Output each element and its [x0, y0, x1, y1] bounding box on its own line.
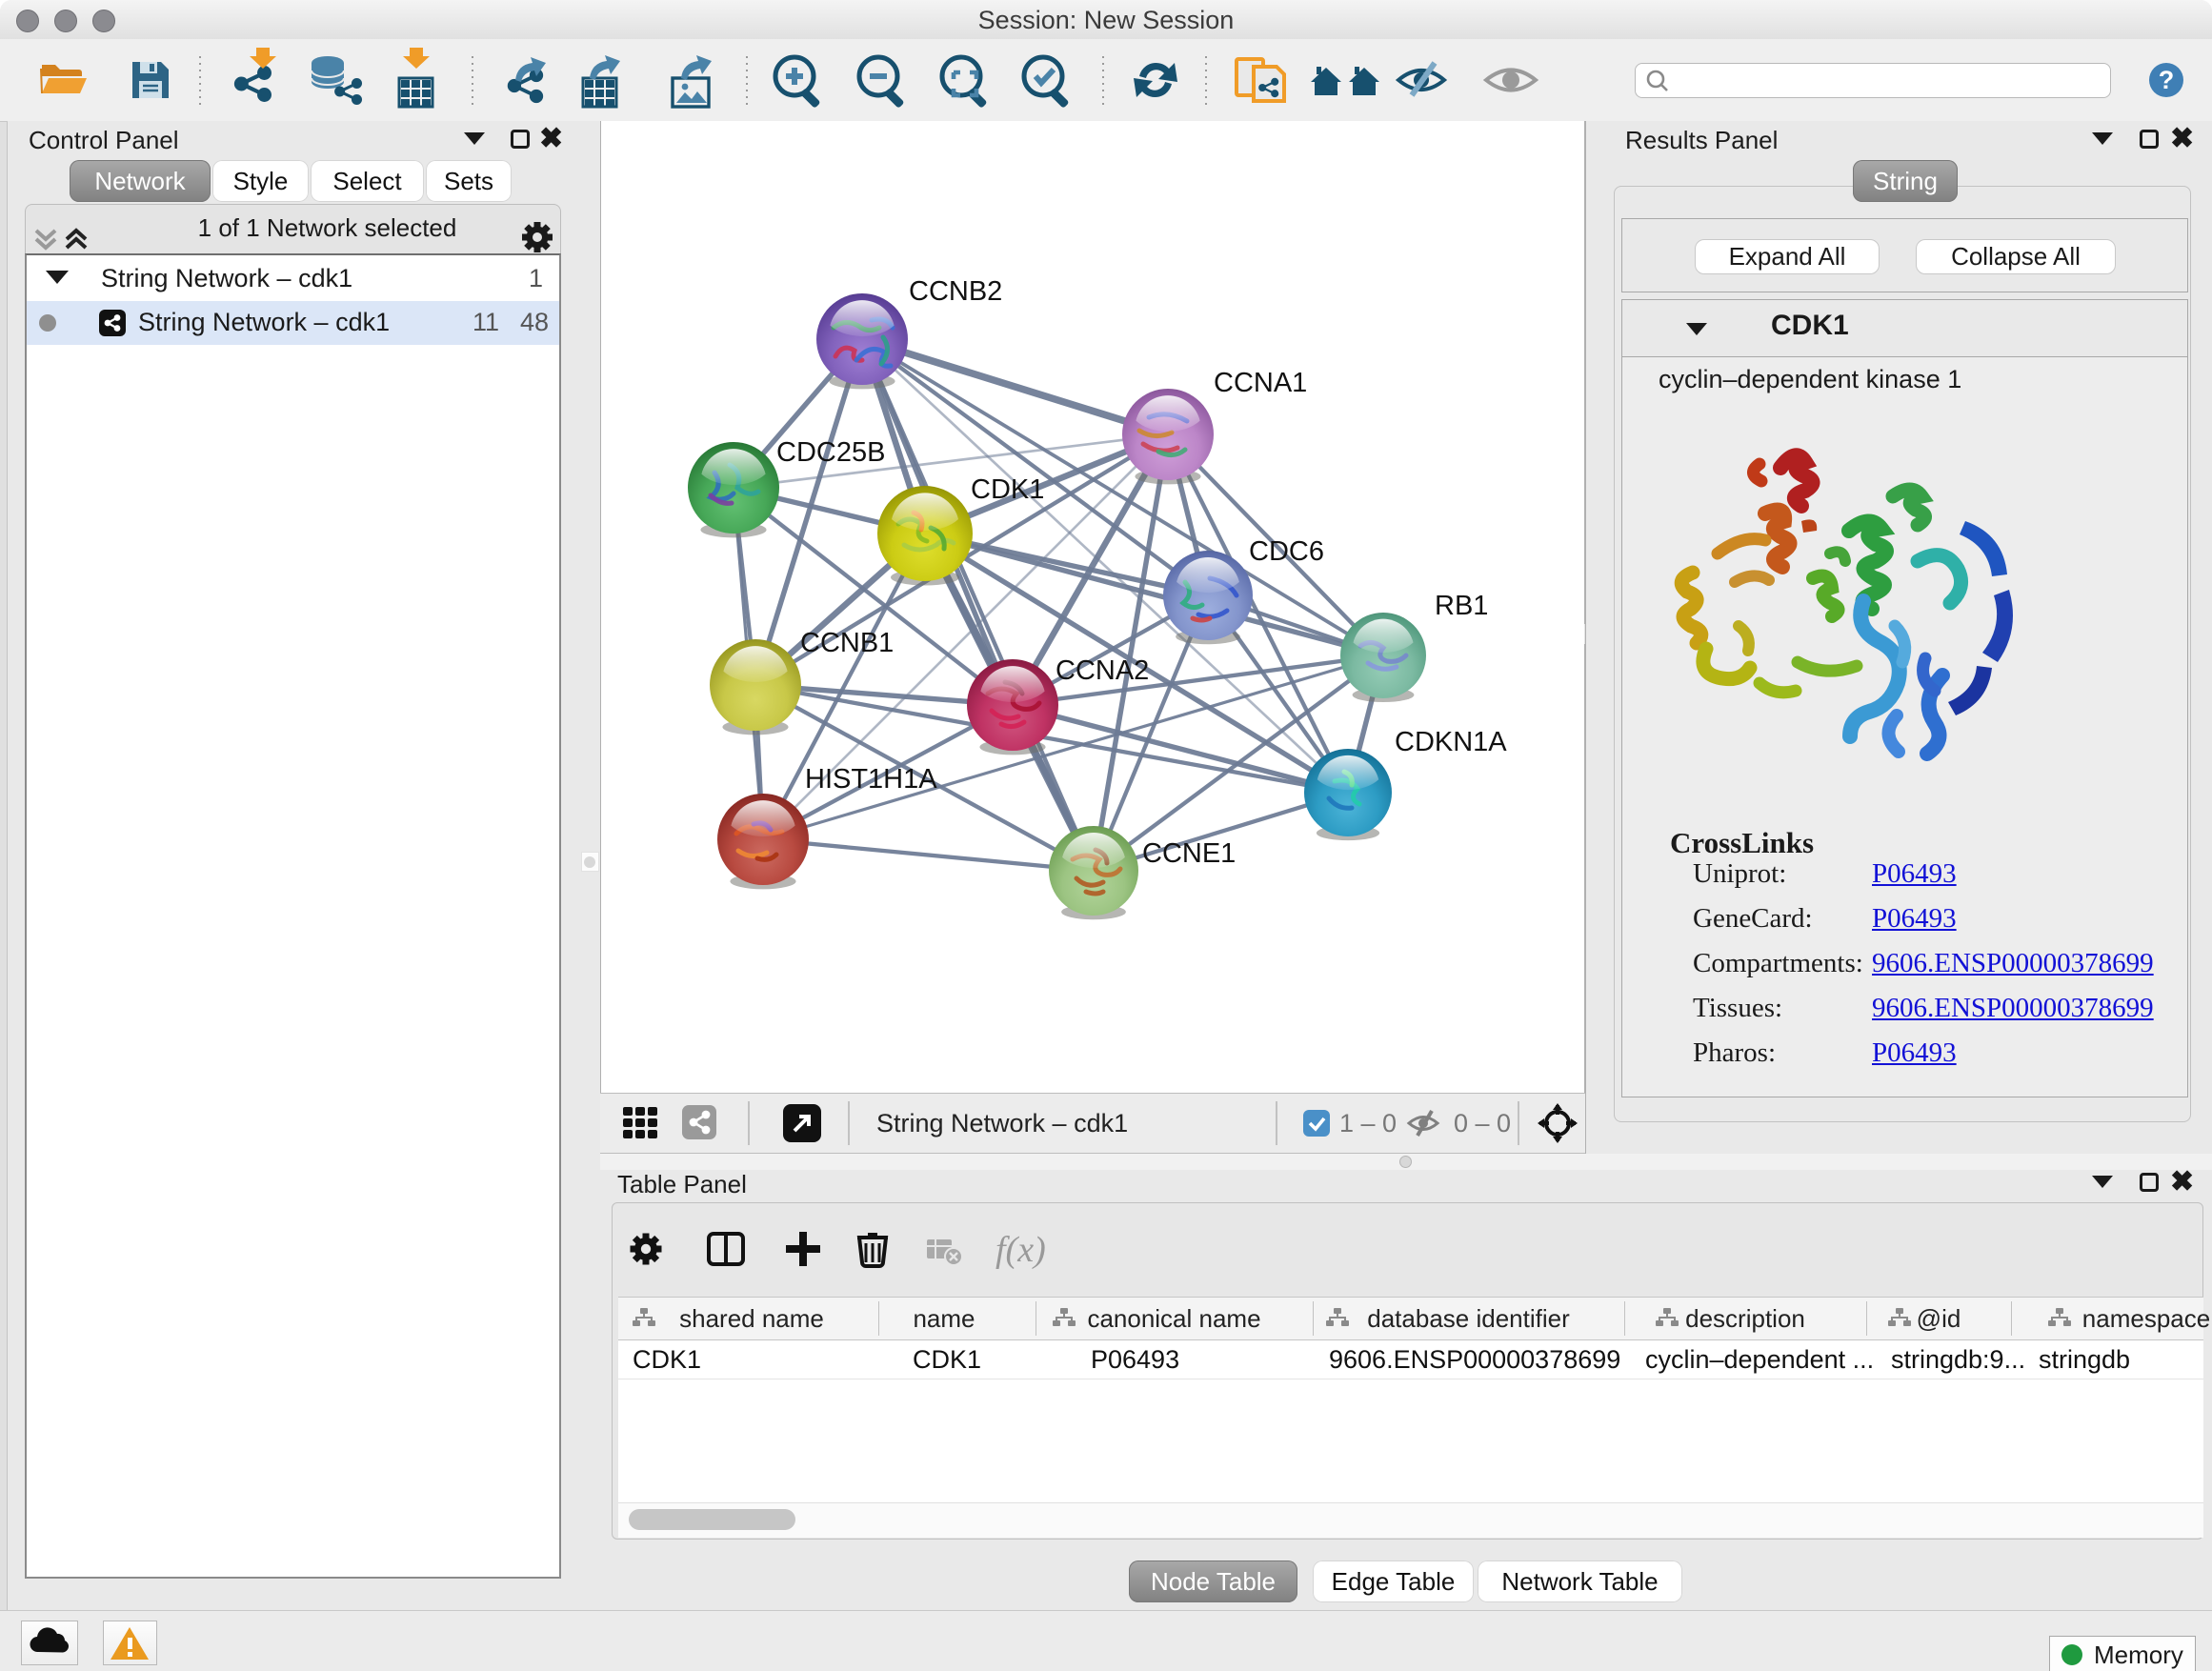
svg-text:CCNA2: CCNA2	[1056, 655, 1149, 686]
svg-text:CCNA1: CCNA1	[1214, 368, 1307, 398]
svg-text:HIST1H1A: HIST1H1A	[805, 764, 937, 795]
svg-text:CCNB2: CCNB2	[909, 276, 1002, 307]
svg-text:1 – 0: 1 – 0	[1339, 1109, 1397, 1137]
svg-text:String Network – cdk1: String Network – cdk1	[876, 1109, 1128, 1137]
svg-text:CDC6: CDC6	[1249, 536, 1324, 567]
svg-text:CDK1: CDK1	[971, 474, 1044, 505]
svg-text:CCNB1: CCNB1	[800, 628, 894, 658]
svg-text:CCNE1: CCNE1	[1142, 838, 1236, 869]
svg-text:0 – 0: 0 – 0	[1454, 1109, 1511, 1137]
svg-text:CDKN1A: CDKN1A	[1395, 727, 1507, 757]
svg-text:RB1: RB1	[1435, 591, 1488, 621]
svg-text:CDC25B: CDC25B	[776, 437, 885, 468]
svg-text:?: ?	[2159, 66, 2175, 94]
svg-text:f(x): f(x)	[995, 1230, 1046, 1270]
